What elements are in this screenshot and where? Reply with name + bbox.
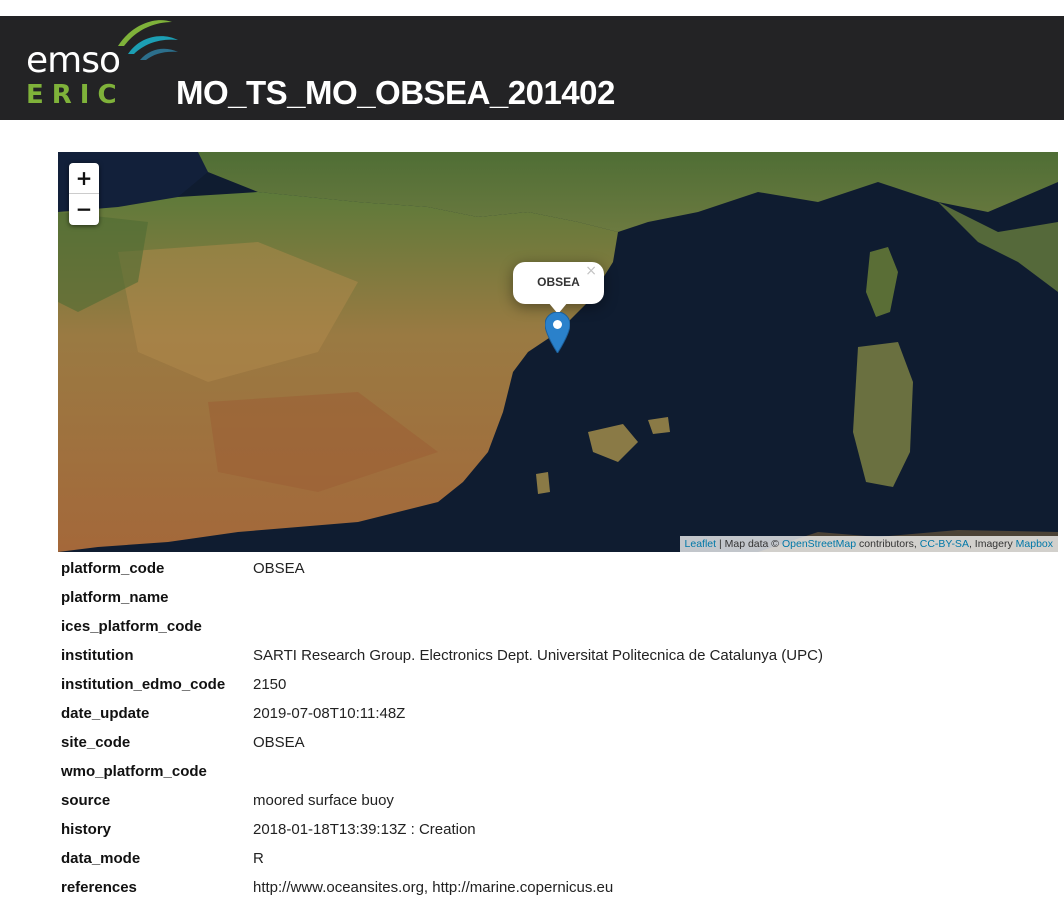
map-view[interactable]: + − OBSEA × Leaflet | Map data © OpenStr…: [58, 152, 1058, 552]
map-popup: OBSEA ×: [513, 262, 604, 304]
metadata-row: ices_platform_code: [58, 612, 1058, 641]
openstreetmap-link[interactable]: OpenStreetMap: [782, 538, 856, 550]
popup-close-button[interactable]: ×: [585, 263, 597, 279]
attribution-text-1: | Map data ©: [716, 538, 782, 550]
mapbox-link[interactable]: Mapbox: [1016, 538, 1053, 550]
license-link[interactable]: CC-BY-SA: [920, 538, 969, 550]
metadata-value: OBSEA: [253, 734, 305, 751]
logo-eric-text: ERIC: [26, 80, 125, 110]
metadata-value: OBSEA: [253, 560, 305, 577]
metadata-key: institution_edmo_code: [61, 676, 226, 693]
wave-logo-icon: [118, 20, 178, 60]
metadata-key: date_update: [61, 705, 150, 722]
metadata-key: source: [61, 792, 111, 809]
metadata-row: history 2018-01-18T13:39:13Z : Creation: [58, 815, 1058, 844]
metadata-row: institution_edmo_code 2150: [58, 670, 1058, 699]
metadata-row: site_code OBSEA: [58, 728, 1058, 757]
metadata-row: date_update 2019-07-08T10:11:48Z: [58, 699, 1058, 728]
metadata-key: data_mode: [61, 850, 141, 867]
metadata-value: 2018-01-18T13:39:13Z : Creation: [253, 821, 476, 838]
metadata-key: platform_name: [61, 589, 169, 606]
metadata-row: data_mode R: [58, 844, 1058, 873]
emso-eric-logo[interactable]: emso ERIC: [22, 16, 178, 116]
metadata-value: SARTI Research Group. Electronics Dept. …: [253, 647, 823, 664]
metadata-value: [250, 583, 1058, 612]
metadata-key: institution: [61, 647, 134, 664]
metadata-table: platform_code OBSEA platform_name ices_plat…: [58, 554, 1058, 902]
metadata-value: 2150: [253, 676, 287, 693]
metadata-row: platform_code OBSEA: [58, 554, 1058, 583]
metadata-value: 2019-07-08T10:11:48Z: [253, 705, 406, 722]
metadata-row: source moored surface buoy: [58, 786, 1058, 815]
attribution-text-2: contributors,: [856, 538, 920, 550]
metadata-key: site_code: [61, 734, 131, 751]
logo-emso-text: emso: [26, 40, 121, 81]
metadata-row: references http://www.oceansites.org, htt…: [58, 873, 1058, 902]
metadata-value: [250, 612, 1058, 641]
zoom-out-button[interactable]: −: [69, 194, 99, 224]
metadata-key: references: [61, 879, 137, 896]
metadata-key: platform_code: [61, 560, 165, 577]
metadata-key: ices_platform_code: [61, 618, 202, 635]
zoom-in-button[interactable]: +: [69, 163, 99, 194]
metadata-key: wmo_platform_code: [61, 763, 207, 780]
map-attribution: Leaflet | Map data © OpenStreetMap contr…: [679, 536, 1058, 552]
metadata-row: wmo_platform_code: [58, 757, 1058, 786]
leaflet-link[interactable]: Leaflet: [685, 538, 717, 550]
metadata-value: http://www.oceansites.org, http://marine…: [253, 879, 614, 896]
zoom-control: + −: [69, 163, 99, 225]
metadata-row: platform_name: [58, 583, 1058, 612]
metadata-value: moored surface buoy: [253, 792, 394, 809]
header-bar: emso ERIC MO_TS_MO_OBSEA_201402: [0, 16, 1064, 120]
metadata-key: history: [61, 821, 112, 838]
attribution-text-3: , Imagery: [968, 538, 1016, 550]
page-title: MO_TS_MO_OBSEA_201402: [176, 74, 615, 111]
metadata-value: R: [253, 850, 264, 867]
metadata-value: [250, 757, 1058, 786]
map-marker-icon[interactable]: [545, 312, 570, 353]
metadata-row: institution SARTI Research Group. Electro…: [58, 641, 1058, 670]
